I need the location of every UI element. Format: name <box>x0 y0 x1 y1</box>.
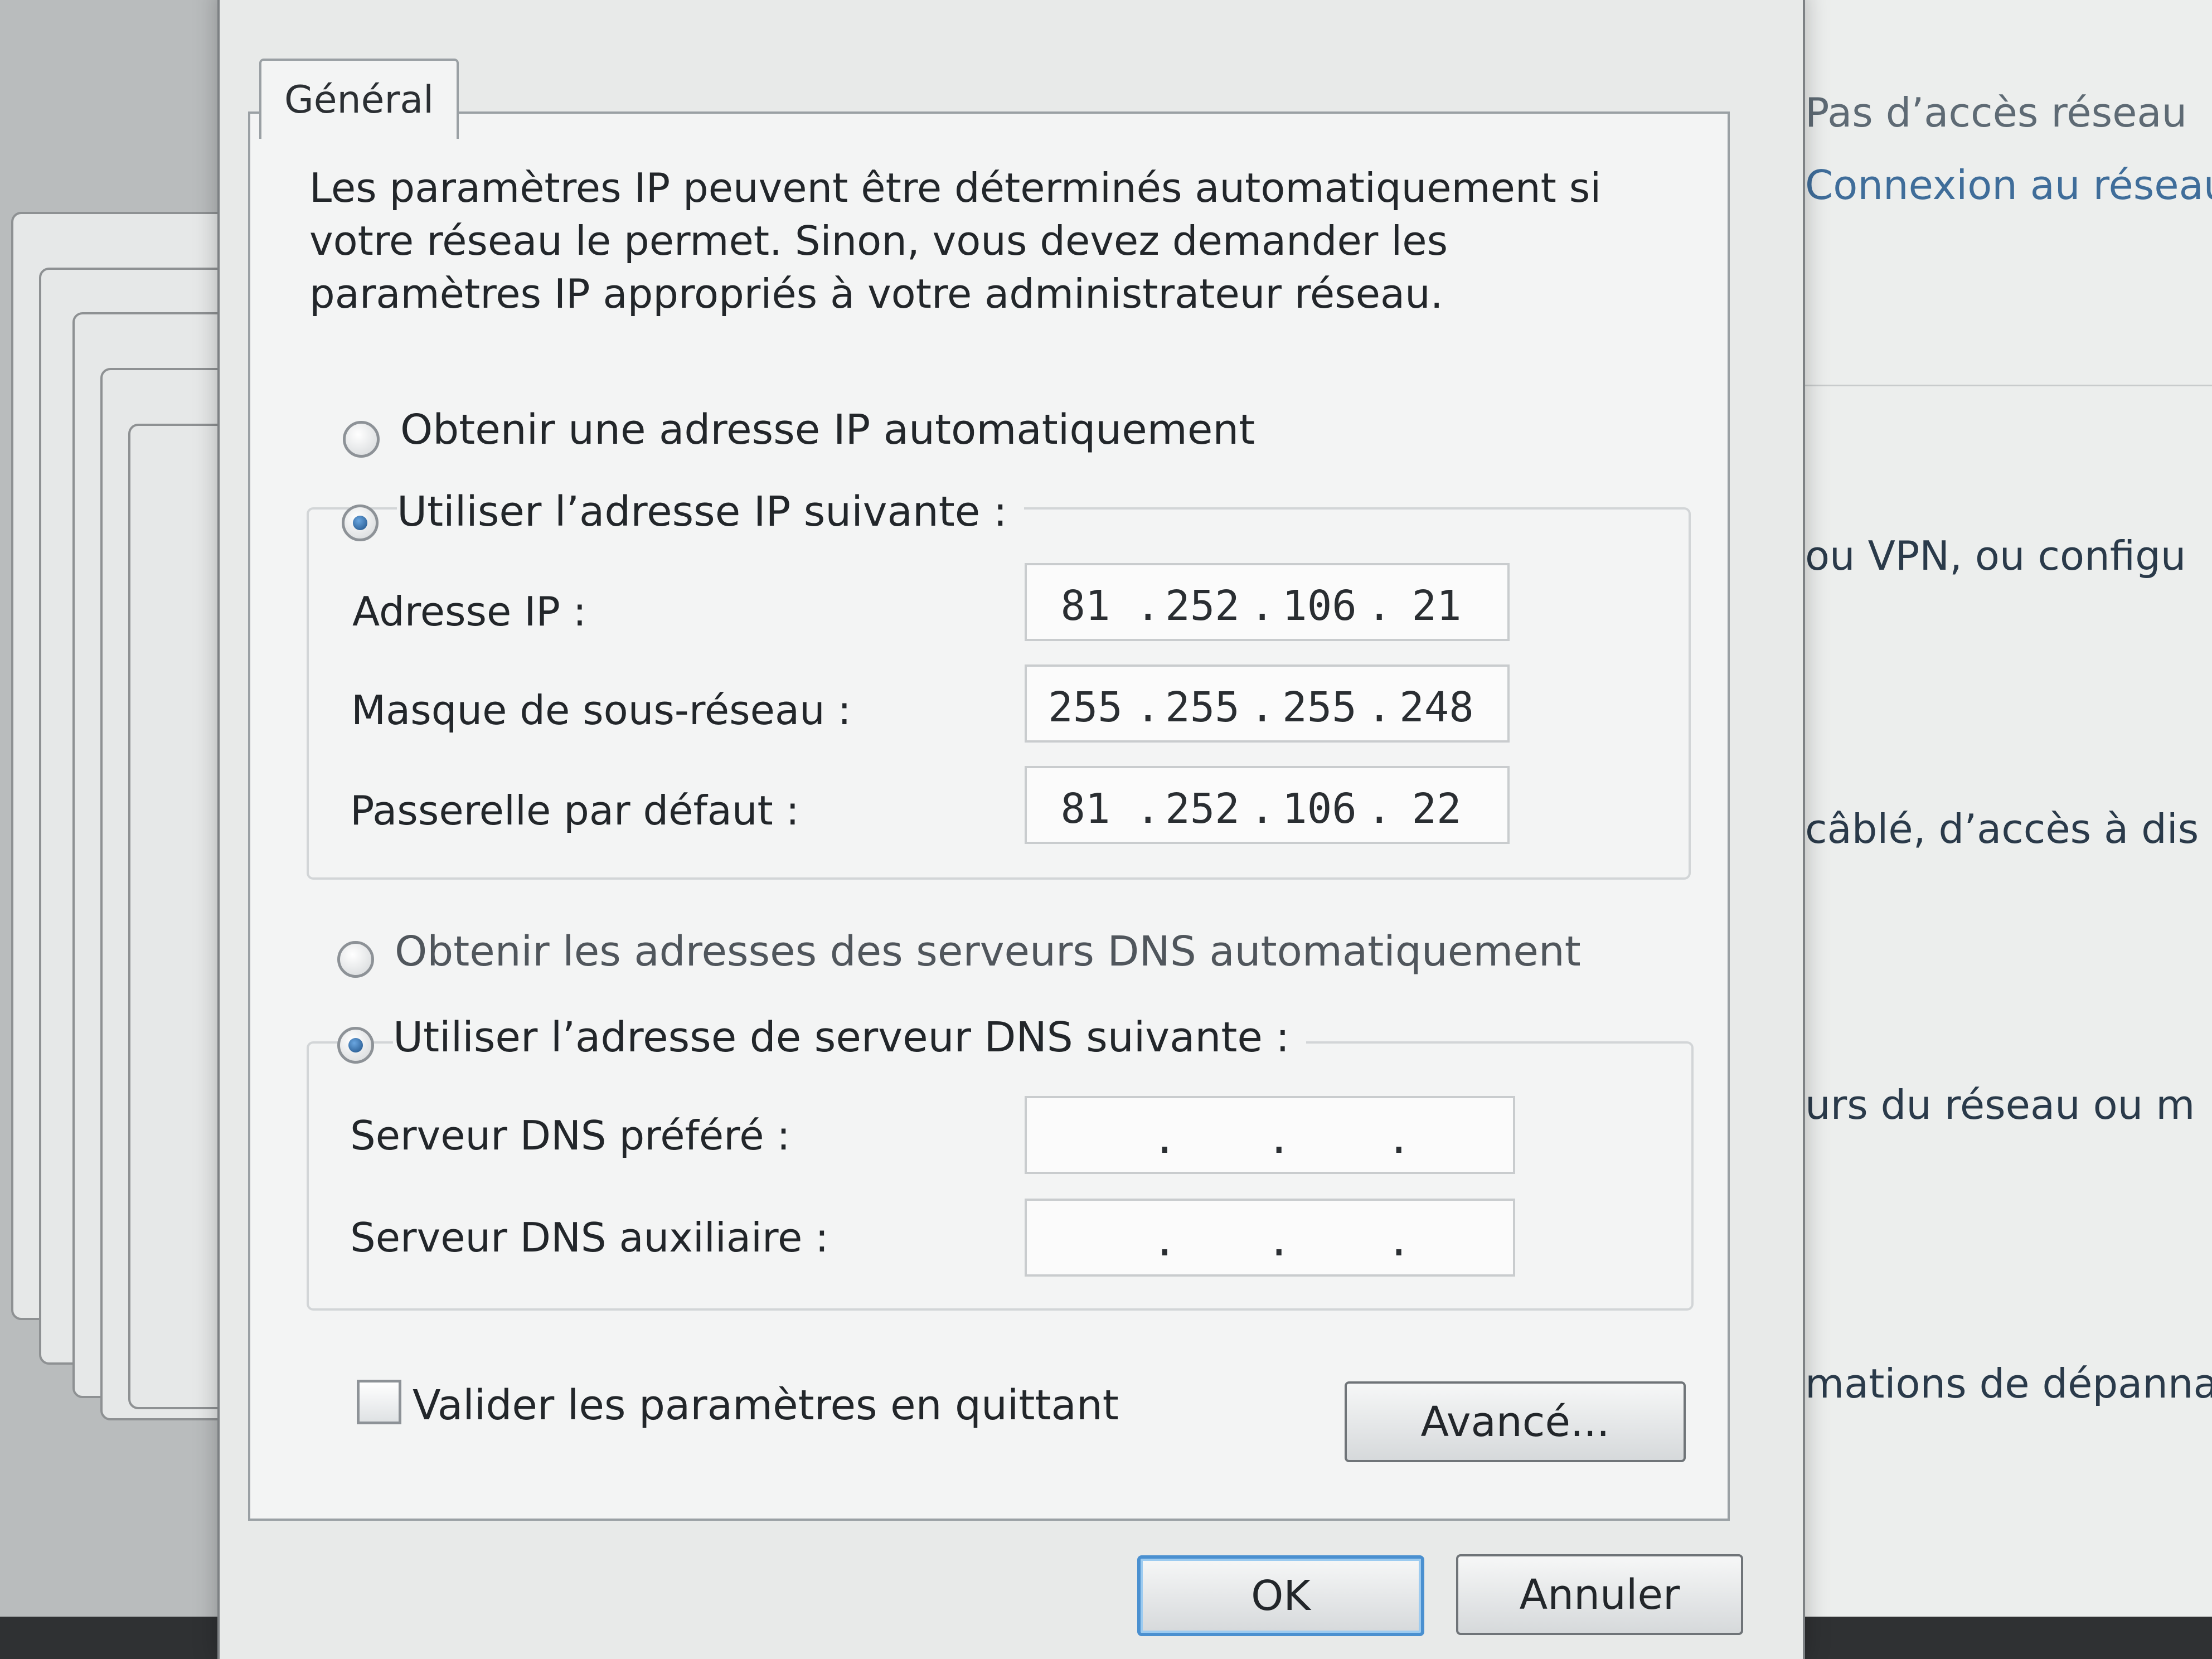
ip-separator-dot: . <box>1367 582 1392 630</box>
ip-separator-dot: . <box>1250 582 1275 630</box>
ip-separator-dot: . <box>1386 1217 1411 1265</box>
tab-general[interactable]: Général <box>259 59 459 139</box>
ip-octet: 248 <box>1399 683 1474 731</box>
ip-octet: 255 <box>1048 683 1123 731</box>
background-text-wired: câblé, d’accès à dis <box>1805 806 2199 852</box>
ip-separator-dot: . <box>1136 785 1161 833</box>
ip-address-input[interactable]: 81 . 252 . 106 . 21 <box>1025 563 1510 641</box>
background-text-vpn: ou VPN, ou configu <box>1805 532 2186 579</box>
ip-octet: 106 <box>1282 785 1357 833</box>
ip-separator-dot: . <box>1136 683 1161 731</box>
alternate-dns-label: Serveur DNS auxiliaire : <box>350 1214 829 1261</box>
radio-dns-manual[interactable] <box>337 1027 374 1064</box>
subnet-mask-input[interactable]: 255 . 255 . 255 . 248 <box>1025 664 1510 743</box>
radio-ip-manual[interactable] <box>342 505 379 541</box>
ip-separator-dot: . <box>1267 1217 1292 1265</box>
validate-settings-checkbox[interactable] <box>357 1380 401 1424</box>
intro-text: Les paramètres IP peuvent être déterminé… <box>309 164 1602 317</box>
preferred-dns-input[interactable]: . . . <box>1025 1096 1515 1174</box>
ok-button[interactable]: OK <box>1137 1555 1424 1636</box>
ip-address-label: Adresse IP : <box>352 588 587 635</box>
radio-dns-auto[interactable] <box>337 941 374 978</box>
ip-separator-dot: . <box>1250 683 1275 731</box>
radio-ip-auto-label[interactable]: Obtenir une adresse IP automatiquement <box>400 406 1255 454</box>
ip-separator-dot: . <box>1152 1115 1177 1163</box>
ip-octet: 252 <box>1165 785 1240 833</box>
ip-octet: 255 <box>1165 683 1240 731</box>
ip-octet: 106 <box>1282 582 1357 630</box>
ip-separator-dot: . <box>1367 683 1392 731</box>
background-link-connection[interactable]: Connexion au réseau <box>1805 162 2212 208</box>
validate-settings-label[interactable]: Valider les paramètres en quittant <box>413 1381 1119 1429</box>
ip-separator-dot: . <box>1367 785 1392 833</box>
radio-ip-auto[interactable] <box>343 421 380 458</box>
ip-octet: 252 <box>1165 582 1240 630</box>
subnet-mask-label: Masque de sous-réseau : <box>351 687 851 734</box>
background-text-troubleshoot: mations de dépanna <box>1805 1360 2212 1407</box>
ip-separator-dot: . <box>1250 785 1275 833</box>
radio-ip-manual-label[interactable]: Utiliser l’adresse IP suivante : <box>397 488 1024 536</box>
ip-octet: 81 <box>1060 785 1110 833</box>
background-divider <box>1801 385 2212 386</box>
ip-octet: 21 <box>1411 582 1462 630</box>
advanced-button[interactable]: Avancé... <box>1345 1381 1686 1462</box>
background-text-no-access: Pas d’accès réseau <box>1805 89 2187 136</box>
radio-dns-auto-label[interactable]: Obtenir les adresses des serveurs DNS au… <box>395 928 1581 976</box>
background-text-network: urs du réseau ou m <box>1805 1081 2195 1128</box>
default-gateway-label: Passerelle par défaut : <box>350 787 799 834</box>
ip-separator-dot: . <box>1386 1115 1411 1163</box>
ip-octet: 22 <box>1411 785 1462 833</box>
cancel-button[interactable]: Annuler <box>1456 1554 1743 1635</box>
ip-separator-dot: . <box>1136 582 1161 630</box>
ip-octet: 81 <box>1060 582 1110 630</box>
alternate-dns-input[interactable]: . . . <box>1025 1199 1515 1277</box>
ip-separator-dot: . <box>1152 1217 1177 1265</box>
radio-dns-manual-label[interactable]: Utiliser l’adresse de serveur DNS suivan… <box>393 1013 1307 1061</box>
ip-separator-dot: . <box>1267 1115 1292 1163</box>
default-gateway-input[interactable]: 81 . 252 . 106 . 22 <box>1025 766 1510 844</box>
ip-octet: 255 <box>1282 683 1357 731</box>
preferred-dns-label: Serveur DNS préféré : <box>350 1112 790 1159</box>
